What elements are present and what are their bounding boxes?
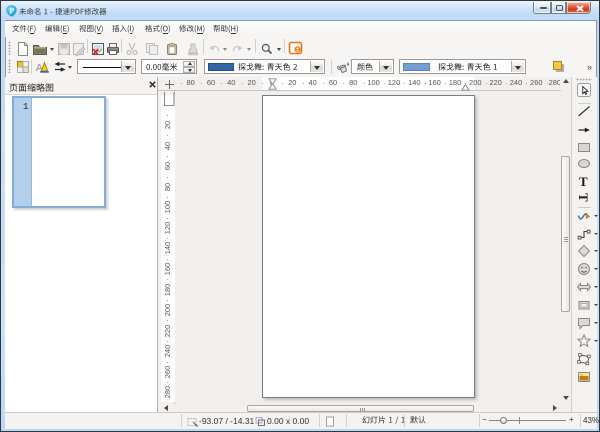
svg-text:T: T [576,193,591,202]
svg-text:P: P [9,7,14,16]
svg-text:T: T [579,174,588,189]
